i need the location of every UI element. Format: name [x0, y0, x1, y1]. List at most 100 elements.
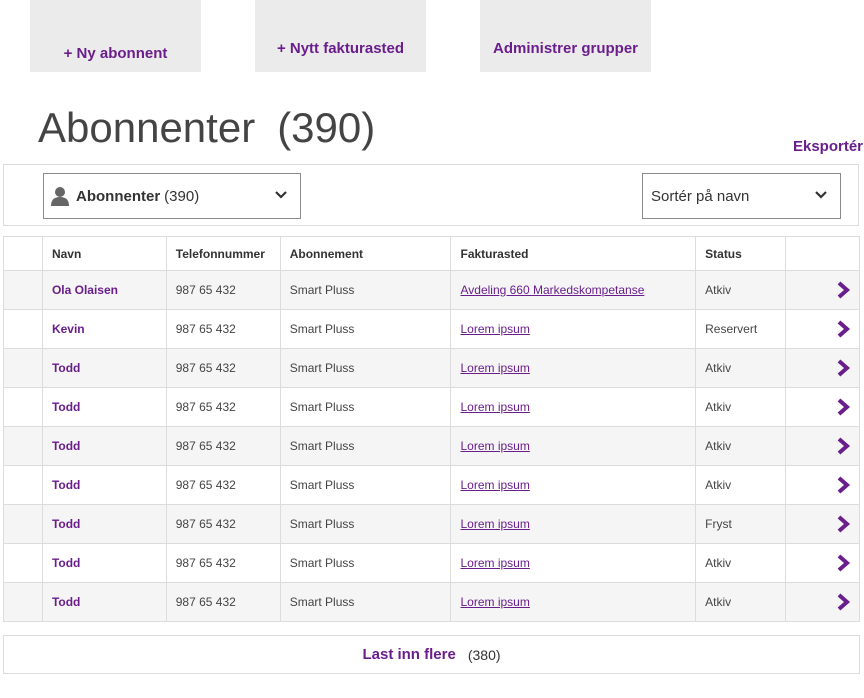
billing-link[interactable]: Lorem ipsum: [460, 556, 529, 570]
plan-cell: Smart Pluss: [279, 504, 452, 544]
load-more-bar: Last inn flere (380): [3, 635, 860, 674]
table-header-row: Navn Telefonnummer Abonnement Fakturaste…: [3, 236, 860, 271]
row-action-cell: [785, 465, 860, 505]
phone-cell: 987 65 432: [165, 387, 281, 427]
row-select-cell: [3, 309, 43, 349]
billing-link[interactable]: Avdeling 660 Markedskompetanse: [460, 283, 644, 297]
billing-cell: Lorem ipsum: [450, 426, 697, 466]
plan-cell: Smart Pluss: [279, 309, 452, 349]
load-more-count: (380): [467, 646, 501, 663]
header-select: [3, 236, 43, 271]
chevron-down-icon: [275, 191, 287, 199]
chevron-right-icon[interactable]: [835, 593, 851, 611]
load-more-button[interactable]: Last inn flere: [362, 646, 455, 663]
phone-cell: 987 65 432: [165, 465, 281, 505]
plan-cell: Smart Pluss: [279, 348, 452, 388]
billing-link[interactable]: Lorem ipsum: [460, 322, 529, 336]
subscriber-name[interactable]: Todd: [41, 582, 167, 622]
phone-cell: 987 65 432: [165, 309, 281, 349]
header-billing[interactable]: Fakturasted: [450, 236, 697, 271]
row-select-cell: [3, 582, 43, 622]
chevron-right-icon[interactable]: [835, 554, 851, 572]
row-select-cell: [3, 465, 43, 505]
billing-cell: Lorem ipsum: [450, 504, 697, 544]
status-cell: Atkiv: [695, 465, 787, 505]
table-row[interactable]: Todd 987 65 432 Smart Pluss Lorem ipsum Atki…: [3, 543, 860, 583]
billing-link[interactable]: Lorem ipsum: [460, 400, 529, 414]
subscriber-filter-count: (390): [164, 187, 200, 205]
table-row[interactable]: Todd 987 65 432 Smart Pluss Lorem ipsum Atki…: [3, 387, 860, 427]
page-title-text: Abonnenter: [38, 104, 256, 151]
sort-select-label: Sortér på navn: [651, 187, 750, 205]
billing-cell: Lorem ipsum: [450, 348, 697, 388]
row-action-cell: [785, 582, 860, 622]
billing-link[interactable]: Lorem ipsum: [460, 595, 529, 609]
row-action-cell: [785, 543, 860, 583]
subscriber-name[interactable]: Todd: [41, 543, 167, 583]
row-select-cell: [3, 426, 43, 466]
new-subscriber-button[interactable]: + Ny abonnent: [30, 0, 201, 72]
phone-cell: 987 65 432: [165, 270, 281, 310]
page-title-count: (390): [277, 104, 376, 151]
plan-cell: Smart Pluss: [279, 465, 452, 505]
new-billing-location-button[interactable]: + Nytt fakturasted: [255, 0, 426, 72]
user-icon: [51, 187, 69, 206]
row-select-cell: [3, 543, 43, 583]
header-action: [785, 236, 860, 271]
subscriber-name[interactable]: Ola Olaisen: [41, 270, 167, 310]
subscriber-name[interactable]: Todd: [41, 426, 167, 466]
subscribers-table: Navn Telefonnummer Abonnement Fakturaste…: [3, 236, 860, 622]
status-cell: Atkiv: [695, 543, 787, 583]
sort-select[interactable]: Sortér på navn: [642, 173, 841, 219]
manage-groups-label: Administrer grupper: [492, 40, 639, 57]
table-row[interactable]: Todd 987 65 432 Smart Pluss Lorem ipsum Atki…: [3, 426, 860, 466]
chevron-right-icon[interactable]: [835, 320, 851, 338]
export-link[interactable]: Eksportér: [793, 138, 863, 155]
subscriber-name[interactable]: Todd: [41, 504, 167, 544]
chevron-right-icon[interactable]: [835, 437, 851, 455]
billing-cell: Avdeling 660 Markedskompetanse: [450, 270, 697, 310]
plan-cell: Smart Pluss: [279, 426, 452, 466]
phone-cell: 987 65 432: [165, 348, 281, 388]
table-row[interactable]: Kevin 987 65 432 Smart Pluss Lorem ipsum Res…: [3, 309, 860, 349]
subscriber-name[interactable]: Todd: [41, 348, 167, 388]
billing-cell: Lorem ipsum: [450, 582, 697, 622]
header-phone[interactable]: Telefonnummer: [165, 236, 281, 271]
table-row[interactable]: Todd 987 65 432 Smart Pluss Lorem ipsum Atki…: [3, 582, 860, 622]
table-row[interactable]: Ola Olaisen 987 65 432 Smart Pluss Avdeling…: [3, 270, 860, 310]
chevron-right-icon[interactable]: [835, 281, 851, 299]
subscriber-name[interactable]: Todd: [41, 387, 167, 427]
status-cell: Atkiv: [695, 582, 787, 622]
header-status[interactable]: Status: [695, 236, 787, 271]
row-action-cell: [785, 270, 860, 310]
table-row[interactable]: Todd 987 65 432 Smart Pluss Lorem ipsum Atki…: [3, 465, 860, 505]
billing-cell: Lorem ipsum: [450, 387, 697, 427]
chevron-right-icon[interactable]: [835, 515, 851, 533]
manage-groups-button[interactable]: Administrer grupper: [480, 0, 651, 72]
plan-cell: Smart Pluss: [279, 582, 452, 622]
billing-link[interactable]: Lorem ipsum: [460, 361, 529, 375]
new-billing-location-label: + Nytt fakturasted: [276, 40, 405, 57]
billing-link[interactable]: Lorem ipsum: [460, 439, 529, 453]
phone-cell: 987 65 432: [165, 582, 281, 622]
subscriber-filter-select[interactable]: Abonnenter (390): [43, 173, 301, 219]
plan-cell: Smart Pluss: [279, 543, 452, 583]
status-cell: Atkiv: [695, 270, 787, 310]
page-title: Abonnenter (390): [38, 104, 375, 152]
billing-cell: Lorem ipsum: [450, 543, 697, 583]
plan-cell: Smart Pluss: [279, 387, 452, 427]
chevron-right-icon[interactable]: [835, 398, 851, 416]
row-select-cell: [3, 387, 43, 427]
billing-link[interactable]: Lorem ipsum: [460, 517, 529, 531]
subscriber-name[interactable]: Kevin: [41, 309, 167, 349]
table-row[interactable]: Todd 987 65 432 Smart Pluss Lorem ipsum Atki…: [3, 348, 860, 388]
subscriber-name[interactable]: Todd: [41, 465, 167, 505]
header-name[interactable]: Navn: [41, 236, 167, 271]
chevron-right-icon[interactable]: [835, 359, 851, 377]
billing-link[interactable]: Lorem ipsum: [460, 478, 529, 492]
header-plan[interactable]: Abonnement: [279, 236, 452, 271]
plan-cell: Smart Pluss: [279, 270, 452, 310]
table-row[interactable]: Todd 987 65 432 Smart Pluss Lorem ipsum Frys…: [3, 504, 860, 544]
chevron-right-icon[interactable]: [835, 476, 851, 494]
status-cell: Reservert: [695, 309, 787, 349]
